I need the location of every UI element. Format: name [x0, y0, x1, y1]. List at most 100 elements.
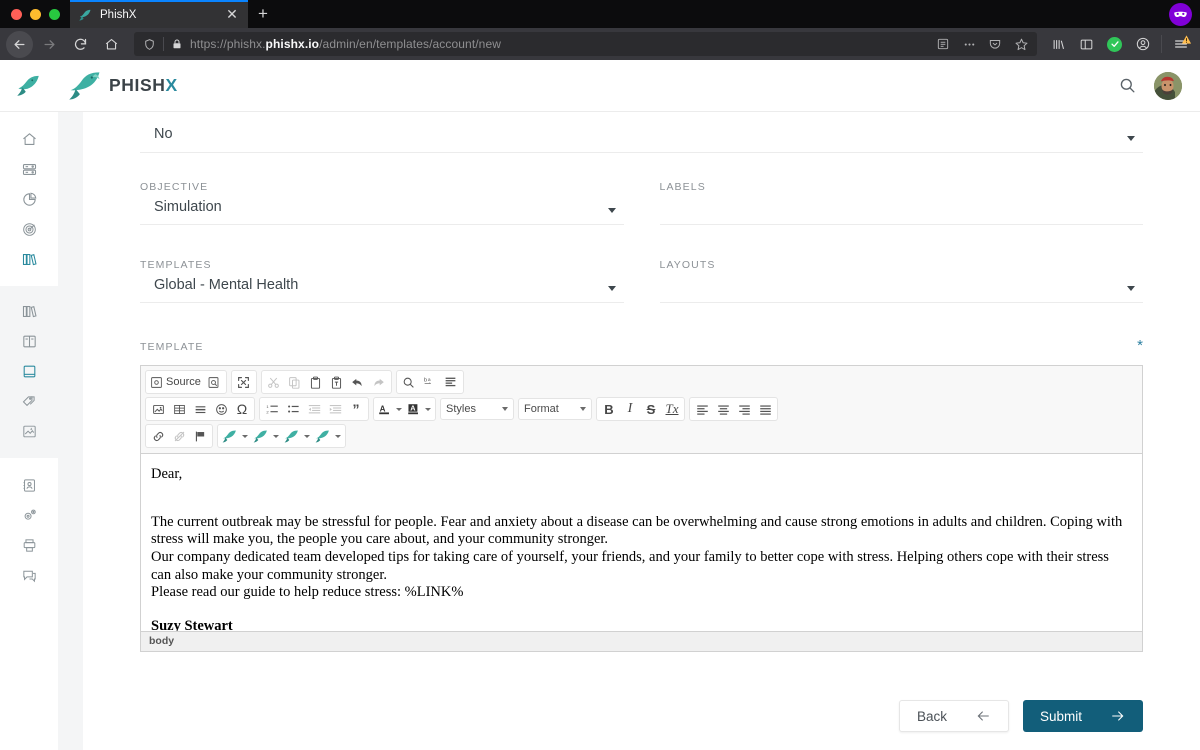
unlink-button[interactable]	[169, 426, 189, 446]
link-button[interactable]	[148, 426, 168, 446]
insert-image-button[interactable]	[148, 399, 168, 419]
mask-icon[interactable]	[1169, 2, 1192, 26]
page-actions-icon[interactable]	[957, 33, 981, 55]
sidebar-item-labels[interactable]	[0, 386, 58, 416]
sidebar-icon[interactable]	[1073, 31, 1100, 57]
window-maximize-button[interactable]	[49, 8, 60, 20]
account-icon[interactable]	[1129, 31, 1156, 57]
find-button[interactable]	[399, 372, 419, 392]
phishx-variable-4-dropdown[interactable]	[313, 426, 343, 446]
templates-field[interactable]: TEMPLATES Global - Mental Health	[140, 259, 624, 303]
sidebar-item-templates[interactable]	[0, 356, 58, 386]
bookmark-star-icon[interactable]	[1009, 33, 1033, 55]
labels-field[interactable]: LABELS	[659, 181, 1143, 225]
redo-button[interactable]	[369, 372, 389, 392]
sidebar-item-settings[interactable]	[0, 500, 58, 530]
paste-text-button[interactable]	[327, 372, 347, 392]
bold-button[interactable]: B	[599, 399, 619, 419]
select-all-button[interactable]	[441, 372, 461, 392]
insert-table-button[interactable]	[169, 399, 189, 419]
smiley-button[interactable]	[211, 399, 231, 419]
chevron-down-icon[interactable]	[396, 407, 402, 411]
phishx-variable-1-dropdown[interactable]	[220, 426, 250, 446]
strike-button[interactable]: S	[641, 399, 661, 419]
sidebar-item-targets[interactable]	[0, 214, 58, 244]
format-combo[interactable]: Format	[518, 398, 592, 420]
preview-button[interactable]	[204, 372, 224, 392]
sidebar-item-home[interactable]	[0, 124, 58, 154]
submit-button[interactable]: Submit	[1022, 700, 1143, 732]
paste-button[interactable]	[306, 372, 326, 392]
layouts-field[interactable]: LAYOUTS	[659, 259, 1143, 303]
align-center-button[interactable]	[713, 399, 733, 419]
text-color-button[interactable]: A	[376, 399, 404, 419]
editor-content-area[interactable]: Dear, The current outbreak may be stress…	[141, 454, 1142, 631]
phishx-variable-3-dropdown[interactable]	[282, 426, 312, 446]
phishx-logo[interactable]: PHISHX	[58, 71, 178, 101]
align-left-button[interactable]	[692, 399, 712, 419]
window-close-button[interactable]	[11, 8, 22, 20]
italic-button[interactable]: I	[620, 399, 640, 419]
hamburger-menu-icon[interactable]	[1167, 31, 1194, 57]
top-select-field[interactable]: No	[140, 122, 1143, 153]
pocket-icon[interactable]	[983, 33, 1007, 55]
chevron-down-icon[interactable]	[1127, 286, 1135, 291]
numbered-list-button[interactable]: 1 2	[262, 399, 282, 419]
reload-icon[interactable]	[66, 30, 95, 58]
editor-elements-path[interactable]: body	[141, 631, 1142, 651]
close-icon[interactable]: ✕	[224, 7, 240, 23]
reader-view-icon[interactable]	[931, 33, 955, 55]
sidebar-item-media[interactable]	[0, 416, 58, 446]
phishx-variable-2-dropdown[interactable]	[251, 426, 281, 446]
chevron-down-icon[interactable]	[242, 434, 248, 438]
bullet-list-button[interactable]	[283, 399, 303, 419]
remove-format-button[interactable]: Tx	[662, 399, 682, 419]
maximize-button[interactable]	[234, 372, 254, 392]
sidebar-item-library[interactable]	[0, 244, 58, 274]
indent-button[interactable]	[325, 399, 345, 419]
window-minimize-button[interactable]	[30, 8, 41, 20]
copy-button[interactable]	[285, 372, 305, 392]
url-text[interactable]: https://phishx.phishx.io/admin/en/templa…	[187, 37, 931, 51]
tracking-shield-icon[interactable]	[138, 38, 160, 51]
avatar[interactable]	[1154, 71, 1182, 100]
sidebar-item-printer[interactable]	[0, 530, 58, 560]
url-bar[interactable]: https://phishx.phishx.io/admin/en/templa…	[134, 32, 1037, 56]
outdent-button[interactable]	[304, 399, 324, 419]
search-icon[interactable]	[1116, 75, 1138, 97]
sidebar-item-pages[interactable]	[0, 326, 58, 356]
sidebar-item-servers[interactable]	[0, 154, 58, 184]
chevron-down-icon[interactable]	[607, 208, 616, 213]
background-color-button[interactable]: A	[405, 399, 433, 419]
rich-text-editor[interactable]: Source b a Ω 1 2 ” A A Styles Format B I…	[140, 365, 1143, 652]
home-icon[interactable]	[97, 30, 126, 58]
forward-arrow-icon[interactable]	[35, 30, 64, 58]
special-char-button[interactable]: Ω	[232, 399, 252, 419]
back-arrow-icon[interactable]	[6, 30, 33, 58]
sidebar-item-messages[interactable]	[0, 560, 58, 590]
sidebar-item-templates-library[interactable]	[0, 296, 58, 326]
sidebar-item-contacts[interactable]	[0, 470, 58, 500]
align-justify-button[interactable]	[755, 399, 775, 419]
align-right-button[interactable]	[734, 399, 754, 419]
phishx-mini-logo[interactable]	[0, 73, 58, 99]
undo-button[interactable]	[348, 372, 368, 392]
chevron-down-icon[interactable]	[607, 286, 616, 291]
replace-button[interactable]: b a	[420, 372, 440, 392]
chevron-down-icon[interactable]	[304, 434, 310, 438]
browser-tab-phishx[interactable]: PhishX ✕	[70, 0, 248, 28]
back-button[interactable]: Back	[898, 700, 1009, 732]
chevron-down-icon[interactable]	[425, 407, 431, 411]
styles-combo[interactable]: Styles	[440, 398, 514, 420]
chevron-down-icon[interactable]	[335, 434, 341, 438]
chevron-down-icon[interactable]	[1127, 136, 1135, 141]
chevron-down-icon[interactable]	[273, 434, 279, 438]
source-button[interactable]: Source	[148, 372, 203, 392]
sync-check-icon[interactable]	[1101, 31, 1128, 57]
library-icon[interactable]	[1045, 31, 1072, 57]
objective-field[interactable]: OBJECTIVE Simulation	[140, 181, 624, 225]
blockquote-button[interactable]: ”	[346, 399, 366, 419]
sidebar-item-reports[interactable]	[0, 184, 58, 214]
anchor-button[interactable]	[190, 426, 210, 446]
lock-icon[interactable]	[167, 38, 187, 50]
